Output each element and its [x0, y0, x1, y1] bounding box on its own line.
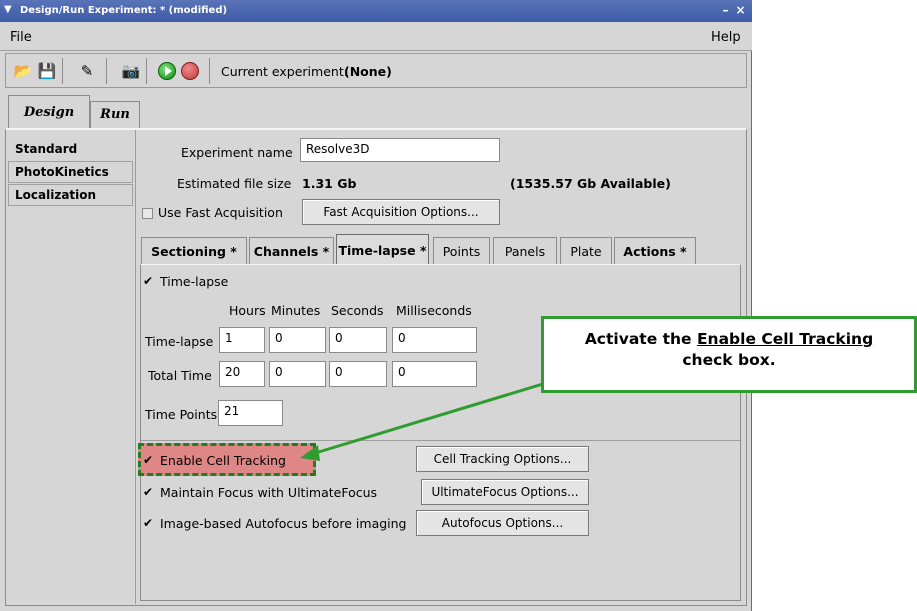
instruction-callout: Activate the Enable Cell Tracking check … [541, 316, 917, 393]
callout-prefix: Activate the [584, 330, 697, 348]
callout-line2: check box. [682, 351, 776, 369]
callout-arrow [300, 378, 557, 461]
callout-link-text: Enable Cell Tracking [696, 330, 874, 348]
